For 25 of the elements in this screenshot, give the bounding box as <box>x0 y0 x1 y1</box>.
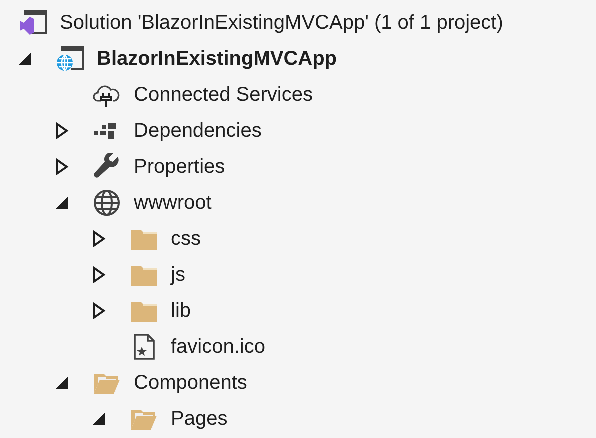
tree-item-label[interactable]: BlazorInExistingMVCApp <box>97 44 338 74</box>
tree-item-label[interactable]: Components <box>134 368 248 398</box>
tree-item-label[interactable]: Connected Services <box>134 80 313 110</box>
tree-item-label[interactable]: Properties <box>134 152 226 182</box>
solution-icon <box>18 9 48 37</box>
globe-icon <box>92 189 122 217</box>
expand-arrow-icon[interactable] <box>92 230 106 248</box>
tree-item-label[interactable]: lib <box>171 296 192 326</box>
tree-item-label[interactable]: css <box>171 224 201 254</box>
expand-arrow-icon[interactable] <box>55 122 69 140</box>
expand-arrow-icon[interactable] <box>55 158 69 176</box>
collapse-arrow-icon[interactable] <box>18 52 32 66</box>
tree-item-label[interactable]: Solution 'BlazorInExistingMVCApp' (1 of 1 project) <box>60 8 504 38</box>
collapse-arrow-icon[interactable] <box>55 196 69 210</box>
tree-item-label[interactable]: favicon.ico <box>171 332 266 362</box>
tree-item-label[interactable]: Dependencies <box>134 116 262 146</box>
expand-arrow-icon[interactable] <box>92 266 106 284</box>
web-project-icon <box>55 45 85 73</box>
tree-item-label[interactable]: Pages <box>171 404 228 434</box>
wrench-icon <box>92 153 122 181</box>
collapse-arrow-icon[interactable] <box>92 412 106 426</box>
tree-item-label[interactable]: wwwroot <box>134 188 212 218</box>
collapse-arrow-icon[interactable] <box>55 376 69 390</box>
tree-item-label[interactable]: js <box>171 260 186 290</box>
expand-arrow-icon[interactable] <box>92 302 106 320</box>
